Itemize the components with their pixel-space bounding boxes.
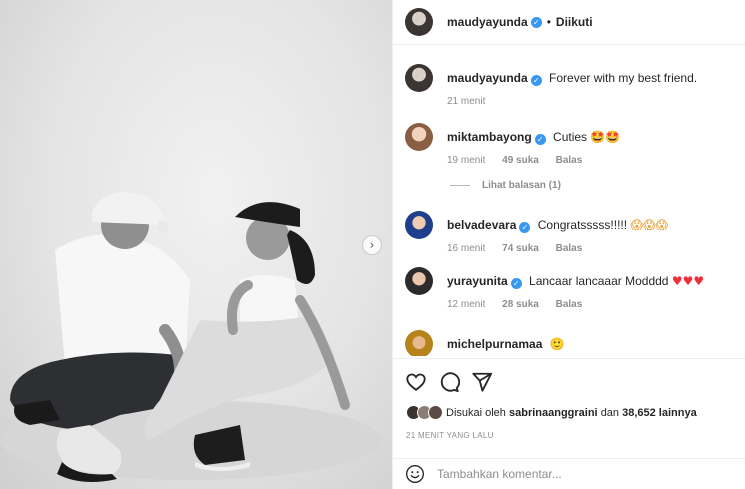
comments-list[interactable]: maudyayunda ✓ Forever with my best friend… (393, 46, 745, 356)
comment-time: 12 menit (447, 299, 486, 310)
avatar (428, 405, 443, 420)
avatar[interactable] (405, 123, 433, 151)
star-eyes-emoji: 🤩🤩 (590, 130, 621, 144)
author-avatar[interactable] (405, 8, 433, 36)
liker-username[interactable]: sabrinaanggraini (509, 407, 598, 419)
comment-time: 16 menit (447, 243, 486, 254)
scream-emoji: 😱😱😱 (630, 218, 668, 232)
likes-summary: Disukai oleh sabrinaanggraini dan 38,652… (406, 405, 697, 420)
likes-middle: dan (600, 406, 620, 419)
comment-username[interactable]: yurayunita (447, 274, 508, 288)
comment-username[interactable]: michelpurnamaa (447, 337, 542, 351)
verified-badge-icon: ✓ (519, 222, 531, 233)
verified-badge-icon: ✓ (534, 134, 546, 145)
add-comment-bar (393, 458, 745, 489)
post-header: maudyayunda ✓ • Diikuti (393, 0, 745, 45)
comment-item: belvadevara ✓ Congratsssss!!!!! 😱😱😱 16 me… (405, 211, 727, 254)
comment-item: miktambayong ✓ Cuties 🤩🤩 19 menit 49 suka… (405, 123, 727, 166)
caption-text: Forever with my best friend. (549, 71, 698, 85)
chevron-right-icon: › (369, 238, 375, 252)
comment-item: yurayunita ✓ Lancaar lancaaar Modddd ♥♥♥ … (405, 267, 727, 310)
avatar[interactable] (405, 330, 433, 356)
comment-text: Lancaar lancaaar Modddd (529, 274, 669, 288)
comment-text: Cuties (553, 130, 588, 144)
separator-dot: • (546, 15, 551, 29)
post-actions: Disukai oleh sabrinaanggraini dan 38,652… (393, 358, 745, 458)
author-username[interactable]: maudyayunda (447, 15, 528, 29)
comment-input[interactable] (437, 467, 687, 481)
caption-time: 21 menit (447, 96, 486, 107)
paper-plane-icon[interactable] (471, 371, 493, 393)
liker-avatars (406, 405, 443, 420)
caption-username[interactable]: maudyayunda (447, 71, 528, 85)
view-replies-button[interactable]: Lihat balasan (1) (450, 180, 561, 191)
comment-username[interactable]: miktambayong (447, 130, 532, 144)
view-replies-label: Lihat balasan (1) (482, 180, 561, 191)
comment-item: michelpurnamaa 🙂 (405, 330, 727, 356)
verified-badge-icon: ✓ (530, 16, 542, 28)
speech-bubble-icon[interactable] (438, 371, 460, 393)
avatar[interactable] (405, 267, 433, 295)
comment-likes[interactable]: 28 suka (502, 299, 539, 310)
next-photo-button[interactable]: › (362, 235, 382, 255)
post-photo[interactable]: › (0, 0, 392, 489)
comment-username[interactable]: belvadevara (447, 218, 516, 232)
caption: maudyayunda ✓ Forever with my best friend… (405, 64, 727, 107)
replies-divider (450, 185, 470, 186)
heart-emoji: ♥♥♥ (671, 274, 705, 288)
heart-outline-icon[interactable] (405, 371, 427, 393)
reply-button[interactable]: Balas (556, 155, 583, 166)
post-panel: maudyayunda ✓ • Diikuti maudyayunda ✓ For… (392, 0, 745, 489)
photo-illustration (0, 192, 380, 483)
likes-prefix: Disukai oleh (446, 406, 506, 419)
verified-badge-icon: ✓ (530, 75, 542, 86)
comment-text: Congratsssss!!!!! (537, 218, 628, 232)
likes-count[interactable]: 38,652 lainnya (622, 407, 697, 419)
avatar[interactable] (405, 211, 433, 239)
verified-badge-icon: ✓ (510, 278, 522, 289)
smiley-face-icon[interactable] (405, 464, 425, 484)
reply-button[interactable]: Balas (556, 243, 583, 254)
follow-status-button[interactable]: Diikuti (556, 15, 593, 29)
comment-likes[interactable]: 49 suka (502, 155, 539, 166)
avatar[interactable] (405, 64, 433, 92)
comment-time: 19 menit (447, 155, 486, 166)
post-time[interactable]: 21 MENIT YANG LALU (406, 431, 494, 440)
comment-likes[interactable]: 74 suka (502, 243, 539, 254)
smile-emoji: 🙂 (549, 337, 565, 351)
reply-button[interactable]: Balas (556, 299, 583, 310)
